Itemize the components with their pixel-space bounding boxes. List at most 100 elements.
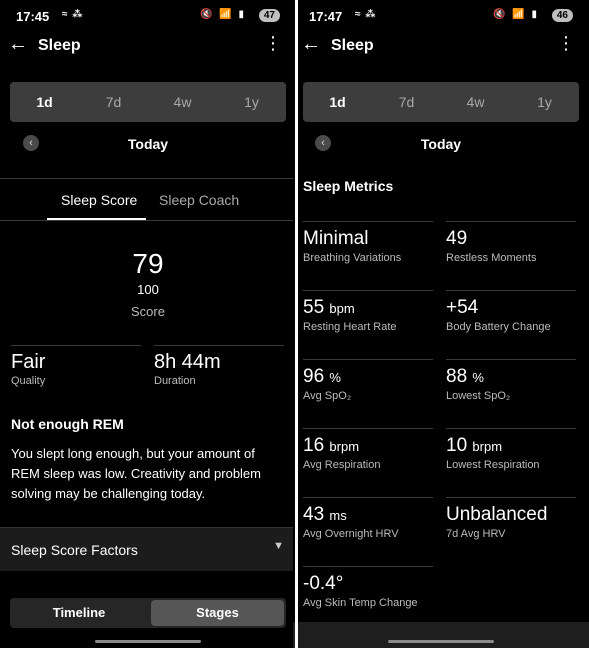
range-selector: 1d 7d 4w 1y — [10, 82, 286, 122]
metric-label: Resting Heart Rate — [303, 321, 397, 333]
page-title: Sleep — [38, 37, 81, 54]
metric-avg-spo2: 96 % Avg SpO₂ — [303, 359, 433, 402]
duration-stat: 8h 44m Duration — [154, 351, 221, 387]
metric-label: Breathing Variations — [303, 252, 402, 264]
notification-icons: ≈ ⁂ — [355, 9, 377, 20]
sleep-score-value: 79 — [132, 248, 164, 279]
metric-label: Avg Respiration — [303, 459, 381, 471]
back-arrow-icon[interactable]: ← — [301, 33, 321, 55]
metric-value: +54 — [446, 297, 479, 318]
date-navigator: ‹ Today — [293, 132, 589, 156]
tab-sleep-score[interactable]: Sleep Score — [61, 192, 137, 208]
sleep-metrics-screen: 17:47 ≈ ⁂ 🔇 📶 ▮ 46 ← Sleep ⋮ 1d 7d 4w 1y… — [293, 0, 589, 648]
app-bar: ← Sleep ⋮ — [0, 30, 296, 62]
divider — [0, 220, 296, 221]
range-1y[interactable]: 1y — [217, 82, 286, 122]
metric-avg-overnight-hrv: 43 ms Avg Overnight HRV — [303, 497, 433, 540]
range-1d[interactable]: 1d — [303, 82, 372, 122]
status-icons: 🔇 📶 ▮ — [200, 9, 246, 20]
notification-icons: ≈ ⁂ — [62, 9, 84, 20]
current-date: Today — [420, 136, 462, 152]
sleep-score-screen: 17:45 ≈ ⁂ 🔇 📶 ▮ 47 ← Sleep ⋮ 1d 7d 4w 1y… — [0, 0, 296, 648]
metric-restless-moments: 49 Restless Moments — [446, 221, 576, 264]
metric-value: 55 — [303, 297, 325, 318]
metric-value: 10 — [446, 435, 468, 456]
home-indicator[interactable] — [95, 640, 201, 643]
more-menu-icon[interactable]: ⋮ — [264, 34, 282, 52]
battery-indicator: 47 — [258, 9, 280, 22]
metric-label: Avg Skin Temp Change — [303, 597, 418, 609]
battery-indicator: 46 — [551, 9, 573, 22]
app-bar: ← Sleep ⋮ — [293, 30, 589, 62]
metric-breathing-variations: Minimal Breathing Variations — [303, 221, 433, 264]
bottom-area — [293, 622, 589, 648]
status-time: 17:47 — [309, 9, 343, 24]
status-time: 17:45 — [16, 9, 50, 24]
insight-text: You slept long enough, but your amount o… — [11, 446, 261, 501]
divider — [11, 345, 141, 346]
divider — [0, 178, 296, 179]
range-7d[interactable]: 7d — [372, 82, 441, 122]
range-selector: 1d 7d 4w 1y — [303, 82, 579, 122]
quality-value: Fair — [11, 351, 46, 373]
tab-sleep-coach[interactable]: Sleep Coach — [159, 192, 239, 208]
screenshot-divider — [295, 0, 298, 648]
range-4w[interactable]: 4w — [148, 82, 217, 122]
status-bar: 17:45 ≈ ⁂ 🔇 📶 ▮ 47 — [0, 0, 296, 30]
metric-label: Body Battery Change — [446, 321, 551, 333]
metric-body-battery-change: +54 Body Battery Change — [446, 290, 576, 333]
stages-button[interactable]: Stages — [151, 600, 284, 626]
chevron-down-icon: ▼ — [273, 540, 284, 552]
current-date: Today — [127, 136, 169, 152]
metric-value: Minimal — [303, 228, 369, 249]
metric-lowest-spo2: 88 % Lowest SpO₂ — [446, 359, 576, 402]
metric-unit: % — [329, 370, 341, 385]
metric-label: Avg Overnight HRV — [303, 528, 399, 540]
metric-label: Lowest SpO₂ — [446, 390, 511, 402]
factors-label: Sleep Score Factors — [11, 542, 138, 558]
metric-unit: bpm — [329, 301, 355, 316]
metric-avg-skin-temp-change: -0.4° Avg Skin Temp Change — [303, 566, 433, 609]
timeline-button[interactable]: Timeline — [10, 598, 148, 628]
metric-resting-heart-rate: 55 bpm Resting Heart Rate — [303, 290, 433, 333]
metric-value: 96 — [303, 366, 325, 387]
metric-unit: brpm — [329, 439, 360, 454]
metric-label: Avg SpO₂ — [303, 390, 352, 402]
metric-unit: % — [472, 370, 484, 385]
metric-value: 88 — [446, 366, 468, 387]
page-title: Sleep — [331, 37, 374, 54]
metric-label: Lowest Respiration — [446, 459, 540, 471]
back-arrow-icon[interactable]: ← — [8, 33, 28, 55]
metric-value: 16 — [303, 435, 325, 456]
date-navigator: ‹ Today — [0, 132, 296, 156]
range-4w[interactable]: 4w — [441, 82, 510, 122]
more-menu-icon[interactable]: ⋮ — [557, 34, 575, 52]
status-icons: 🔇 📶 ▮ — [493, 9, 539, 20]
metric-value: 49 — [446, 228, 468, 249]
metric-label: Restless Moments — [446, 252, 537, 264]
range-1y[interactable]: 1y — [510, 82, 579, 122]
home-indicator[interactable] — [388, 640, 494, 643]
metric-unit: ms — [329, 508, 347, 523]
metric-lowest-respiration: 10 brpm Lowest Respiration — [446, 428, 576, 471]
divider — [154, 345, 284, 346]
sleep-score-label: Score — [131, 304, 165, 319]
metric-value: 43 — [303, 504, 325, 525]
range-7d[interactable]: 7d — [79, 82, 148, 122]
quality-label: Quality — [11, 375, 46, 387]
view-toggle: Timeline Stages — [10, 598, 286, 628]
sleep-score-max: 100 — [137, 282, 159, 297]
sleep-tabs: Sleep Score Sleep Coach — [0, 180, 296, 220]
sleep-score-factors-row[interactable]: Sleep Score Factors ▼ — [0, 527, 296, 571]
insight-title: Not enough REM — [11, 416, 124, 432]
range-1d[interactable]: 1d — [10, 82, 79, 122]
metric-label: 7d Avg HRV — [446, 528, 506, 540]
status-bar: 17:47 ≈ ⁂ 🔇 📶 ▮ 46 — [293, 0, 589, 30]
duration-label: Duration — [154, 375, 196, 387]
metric-unit: brpm — [472, 439, 503, 454]
metric-value: -0.4° — [303, 573, 344, 594]
metric-avg-respiration: 16 brpm Avg Respiration — [303, 428, 433, 471]
metric-7d-avg-hrv: Unbalanced 7d Avg HRV — [446, 497, 576, 540]
metric-value: Unbalanced — [446, 504, 548, 525]
duration-value: 8h 44m — [154, 351, 221, 373]
